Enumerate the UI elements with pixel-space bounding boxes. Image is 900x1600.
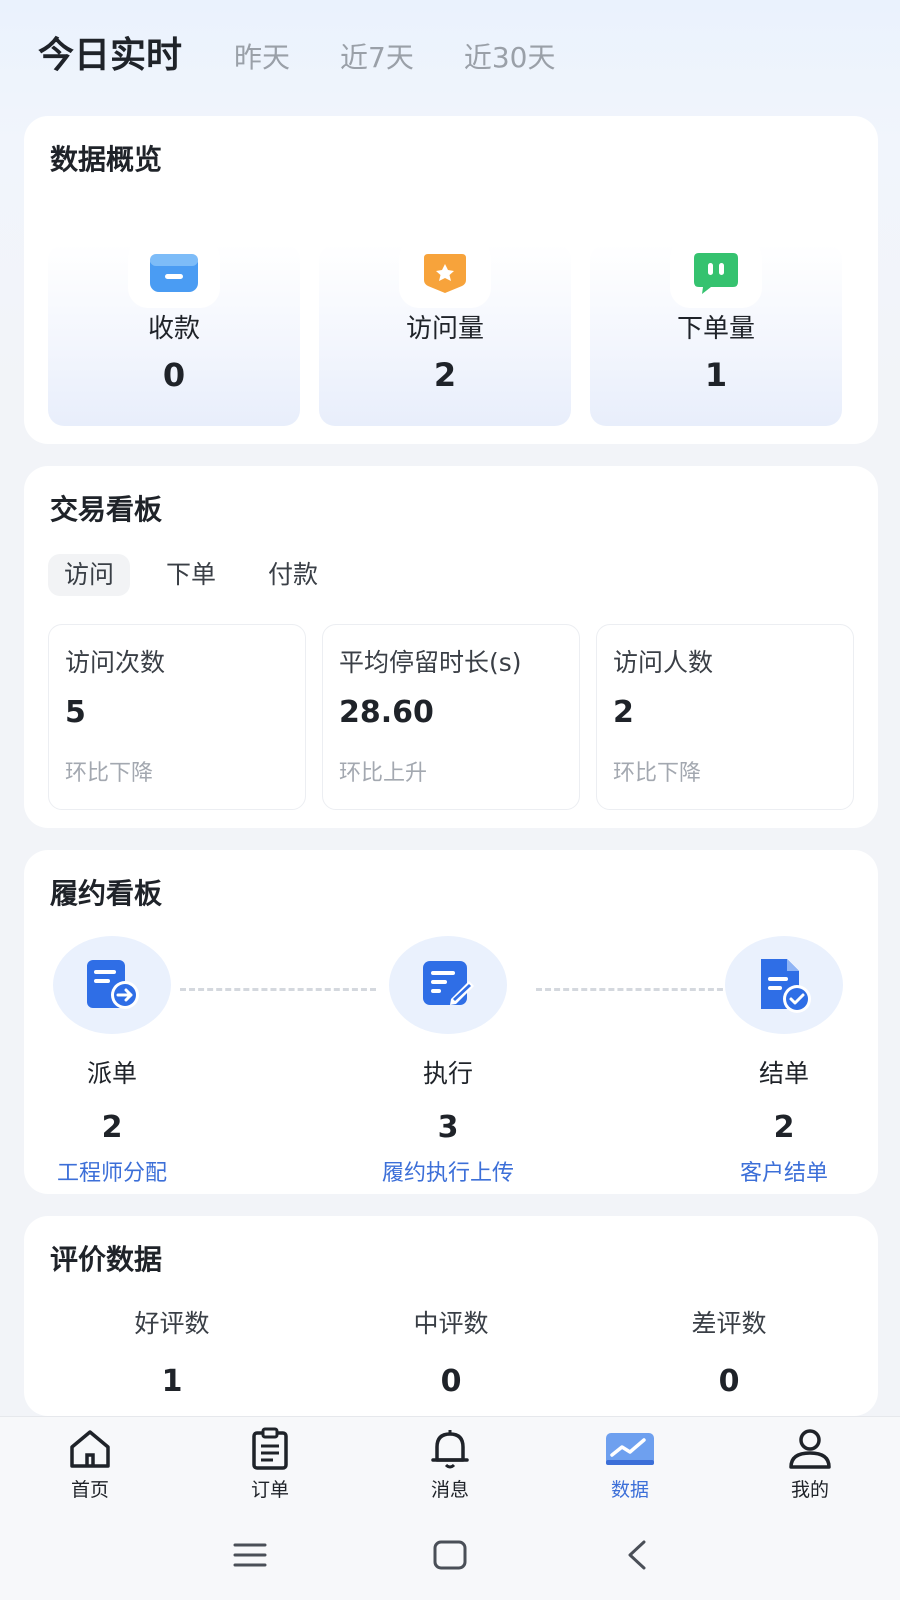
overview-label-visits: 访问量 [405,314,484,344]
fulfillment-board-card: 履约看板 派单 2 工程师分配 执行 3 履约执行上传 结单 2 客户结单 [24,850,878,1194]
execution-upload-link[interactable]: 履约执行上传 [368,1155,528,1187]
nav-label: 消息 [430,1479,469,1501]
step-count: 2 [773,1110,795,1145]
metric-trend: 环比上升 [339,761,428,786]
overview-value-payment: 0 [162,356,186,394]
tab-order[interactable]: 下单 [150,554,232,596]
tab-last-7-days[interactable]: 近7天 [340,36,414,76]
metric-label: 访问人数 [613,648,714,677]
fulfillment-board-title: 履约看板 [50,877,163,910]
review-value: 0 [440,1364,462,1399]
nav-item-messages[interactable]: 消息 [360,1417,540,1510]
document-check-icon [761,959,811,1013]
menu-icon [233,1543,267,1567]
metric-value: 2 [613,695,634,730]
step-dispatch[interactable]: 派单 2 工程师分配 [32,936,192,1187]
overview-label-orders: 下单量 [676,314,755,344]
nav-label: 我的 [790,1479,829,1501]
step-execute[interactable]: 执行 3 履约执行上传 [368,936,528,1187]
home-square-icon [433,1540,467,1570]
star-badge-icon [424,254,466,293]
overview-value-visits: 2 [433,356,457,394]
review-value: 0 [718,1364,740,1399]
review-neutral: 中评数 0 [351,1304,551,1399]
metric-value: 28.60 [339,695,434,730]
clipboard-icon [252,1427,288,1470]
engineer-assign-link[interactable]: 工程师分配 [32,1155,192,1187]
tab-visit[interactable]: 访问 [48,554,131,596]
metric-trend: 环比下降 [65,761,154,786]
metric-visitor-count: 访问人数 2 环比下降 [596,624,854,810]
chart-icon [606,1433,654,1465]
system-home-button[interactable] [425,1532,475,1578]
review-label: 差评数 [691,1309,767,1338]
overview-tile-payment[interactable]: 收款 0 [48,238,300,426]
step-connector [180,988,376,991]
overview-label-payment: 收款 [147,314,200,344]
nav-item-orders[interactable]: 订单 [180,1417,360,1510]
nav-item-profile[interactable]: 我的 [720,1417,900,1510]
menu-button[interactable] [225,1532,275,1578]
metric-label: 平均停留时长(s) [339,648,522,677]
bell-icon [431,1430,469,1469]
back-icon [628,1540,646,1570]
step-close-order[interactable]: 结单 2 客户结单 [704,936,864,1187]
step-connector [536,988,732,991]
nav-label: 订单 [250,1479,289,1501]
overview-title: 数据概览 [50,143,163,176]
system-back-button[interactable] [612,1532,662,1578]
review-data-card: 评价数据 好评数 1 中评数 0 差评数 0 [24,1216,878,1416]
tab-yesterday[interactable]: 昨天 [234,36,290,76]
nav-label: 数据 [610,1479,649,1501]
wallet-icon [150,254,198,292]
system-nav-bar [0,1510,900,1600]
overview-card: 数据概览 收款 0 访问量 2 下单量 1 [24,116,878,444]
time-range-tabs: 今日实时 昨天 近7天 近30天 [38,26,606,78]
metric-label: 访问次数 [65,648,166,677]
edit-document-icon [423,961,474,1005]
overview-value-orders: 1 [704,356,728,394]
metric-value: 5 [65,695,86,730]
tab-today-realtime[interactable]: 今日实时 [38,26,182,78]
chat-icon [694,253,738,294]
step-name: 执行 [422,1059,473,1088]
tab-payment[interactable]: 付款 [252,554,334,596]
step-name: 派单 [86,1059,137,1088]
step-count: 3 [437,1110,459,1145]
review-value: 1 [161,1364,183,1399]
step-name: 结单 [758,1059,809,1088]
review-label: 中评数 [413,1309,489,1338]
trade-board-title: 交易看板 [50,493,163,526]
step-count: 2 [101,1110,123,1145]
review-label: 好评数 [134,1309,210,1338]
bottom-nav: 首页 订单 消息 数据 我的 [0,1416,900,1510]
review-positive: 好评数 1 [72,1304,272,1399]
metric-trend: 环比下降 [613,761,702,786]
overview-tile-orders[interactable]: 下单量 1 [590,238,842,426]
review-negative: 差评数 0 [629,1304,829,1399]
tab-last-30-days[interactable]: 近30天 [464,36,556,76]
dispatch-icon [87,960,139,1009]
nav-item-data[interactable]: 数据 [540,1417,720,1510]
metric-avg-stay: 平均停留时长(s) 28.60 环比上升 [322,624,580,810]
home-icon [70,1430,110,1468]
metric-visit-count: 访问次数 5 环比下降 [48,624,306,810]
trade-tabs: 访问 下单 付款 [48,554,354,596]
user-icon [789,1429,831,1469]
overview-tile-visits[interactable]: 访问量 2 [319,238,571,426]
customer-close-link[interactable]: 客户结单 [704,1155,864,1187]
review-data-title: 评价数据 [50,1243,163,1276]
nav-item-home[interactable]: 首页 [0,1417,180,1510]
nav-label: 首页 [70,1479,109,1501]
trade-board-card: 交易看板 访问 下单 付款 访问次数 5 环比下降 平均停留时长(s) 28.6… [24,466,878,828]
